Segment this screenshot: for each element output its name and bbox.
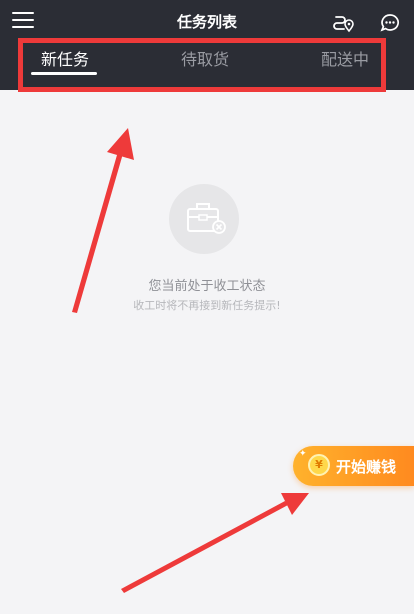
sparkle-icon: ✦ (299, 449, 307, 459)
toolbox-closed-icon (169, 184, 239, 254)
chat-icon[interactable] (379, 12, 401, 34)
start-earning-button[interactable]: ✦ ¥ 开始赚钱 (293, 446, 414, 486)
route-location-icon[interactable] (333, 11, 355, 33)
empty-state-subtitle: 收工时将不再接到新任务提示! (133, 299, 281, 312)
annotation-arrow-right (121, 493, 309, 593)
empty-state-title: 您当前处于收工状态 (148, 279, 266, 294)
start-earning-label: 开始赚钱 (336, 458, 397, 476)
annotation-highlight-box (18, 38, 386, 92)
coin-icon: ¥ (308, 454, 330, 476)
